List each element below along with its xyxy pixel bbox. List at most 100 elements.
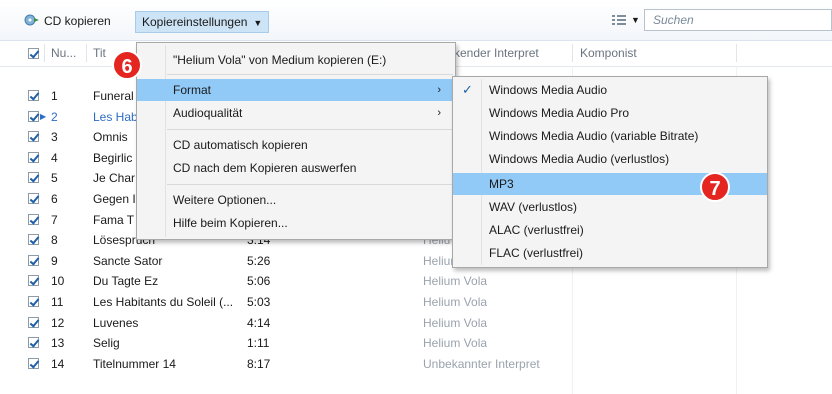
format-item-wma[interactable]: ✓ Windows Media Audio [453, 79, 767, 101]
track-title: Les Habitants du Soleil (... [93, 295, 234, 309]
table-row[interactable]: 14 Titelnummer 14 8:17 Unbekannter Interpre… [0, 354, 832, 374]
copy-cd-button[interactable]: CD kopieren [18, 11, 117, 31]
track-number: 4 [51, 150, 58, 165]
track-number: 6 [51, 192, 58, 206]
view-options-chevron-icon[interactable]: ▼ [631, 15, 640, 25]
track-checkbox[interactable] [28, 172, 39, 184]
track-checkbox[interactable] [28, 151, 39, 163]
track-title: Les Hab [93, 109, 138, 124]
menu-item-help-copy[interactable]: Hilfe beim Kopieren... [137, 212, 455, 234]
menu-item-auto-copy[interactable]: CD automatisch kopieren [137, 134, 455, 156]
track-length: 5:03 [247, 295, 271, 309]
format-submenu: ✓ Windows Media Audio Windows Media Audi… [452, 76, 768, 268]
track-checkbox[interactable] [28, 90, 39, 101]
track-artist: Unbekannter Interpret [423, 356, 540, 371]
format-item-label: FLAC (verlustfrei) [489, 246, 584, 260]
search-placeholder: Suchen [653, 13, 694, 27]
track-title: Je Char [93, 171, 136, 186]
search-input[interactable]: Suchen [644, 9, 832, 31]
checkmark-icon: ✓ [462, 82, 473, 97]
column-header-artist[interactable]: kender Interpret [454, 46, 539, 60]
track-checkbox[interactable] [28, 110, 39, 122]
menu-item-label: Format [173, 83, 212, 97]
step-6-badge: 6 [112, 50, 142, 80]
now-playing-icon: ▶ [40, 111, 47, 121]
menu-item-label: "Helium Vola" von Medium kopieren (E:) [173, 53, 387, 67]
track-checkbox[interactable] [28, 193, 39, 204]
menu-item-audio-quality[interactable]: Audioqualität › [137, 102, 455, 124]
menu-item-label: Hilfe beim Kopieren... [173, 216, 288, 230]
track-checkbox[interactable] [28, 337, 39, 349]
track-number: 2 [51, 109, 58, 124]
format-item-wma-pro[interactable]: Windows Media Audio Pro [453, 102, 767, 124]
track-checkbox[interactable] [28, 234, 39, 246]
menu-item-eject-after-copy[interactable]: CD nach dem Kopieren auswerfen [137, 157, 455, 179]
column-header-composer[interactable]: Komponist [580, 46, 637, 60]
track-number: 1 [51, 89, 58, 103]
cd-copy-icon [24, 12, 40, 26]
table-row[interactable]: 10 Du Tagte Ez 5:06 Helium Vola [0, 271, 832, 291]
format-item-label: Windows Media Audio (variable Bitrate) [489, 129, 699, 143]
track-number: 5 [51, 171, 58, 186]
menu-item-more-options[interactable]: Weitere Optionen... [137, 189, 455, 211]
track-checkbox[interactable] [28, 213, 39, 225]
format-item-label: Windows Media Audio Pro [489, 106, 630, 120]
format-item-wma-lossless[interactable]: Windows Media Audio (verlustlos) [453, 148, 767, 170]
format-item-flac[interactable]: FLAC (verlustfrei) [453, 242, 767, 264]
format-item-wma-vbr[interactable]: Windows Media Audio (variable Bitrate) [453, 125, 767, 147]
track-checkbox[interactable] [28, 131, 39, 143]
track-checkbox[interactable] [28, 316, 39, 328]
track-checkbox[interactable] [28, 275, 39, 287]
track-title: Fama T [93, 212, 135, 227]
track-number: 11 [51, 295, 64, 309]
menu-item-label: CD automatisch kopieren [173, 138, 308, 152]
menu-item-label: Audioqualität [173, 106, 243, 120]
track-number: 13 [51, 336, 65, 351]
track-checkbox[interactable] [28, 357, 39, 369]
track-title: Selig [93, 336, 120, 351]
menu-item-format[interactable]: Format › [137, 79, 455, 101]
copy-settings-label: Kopiereinstellungen [142, 15, 248, 29]
track-title: Omnis [93, 130, 128, 145]
track-length: 4:14 [247, 315, 271, 330]
track-title: Sancte Sator [93, 253, 163, 268]
toolbar: CD kopieren Kopiereinstellungen ▼ ▼ Suche… [0, 0, 832, 41]
menu-item-label: Weitere Optionen... [173, 193, 277, 207]
chevron-right-icon: › [437, 84, 441, 96]
format-item-label: Windows Media Audio [489, 83, 608, 97]
menu-item-copy-from-medium[interactable]: "Helium Vola" von Medium kopieren (E:) [137, 49, 455, 71]
track-length: 5:06 [247, 274, 271, 289]
track-checkbox[interactable] [28, 296, 39, 307]
copy-settings-button[interactable]: Kopiereinstellungen ▼ [135, 11, 270, 33]
track-title: Gegen I [93, 192, 136, 206]
track-title: Luvenes [93, 315, 139, 330]
track-length: 5:26 [247, 253, 271, 268]
track-length: 8:17 [247, 356, 271, 371]
track-checkbox[interactable] [28, 254, 39, 266]
track-number: 14 [51, 356, 65, 371]
format-item-alac[interactable]: ALAC (verlustfrei) [453, 219, 767, 241]
track-number: 12 [51, 315, 65, 330]
track-number: 7 [51, 212, 58, 227]
view-options-icon[interactable] [612, 14, 626, 28]
track-artist: Helium Vola [423, 336, 488, 351]
table-row[interactable]: 11 Les Habitants du Soleil (... 5:03 Helium… [0, 292, 832, 312]
column-header-number[interactable]: Nu... [51, 46, 76, 60]
chevron-right-icon: › [437, 107, 441, 119]
track-number: 8 [51, 233, 58, 248]
track-title: Titelnummer 14 [93, 356, 176, 371]
track-artist: Helium Vola [423, 315, 488, 330]
track-title: Begirlic [93, 150, 133, 165]
copy-cd-label: CD kopieren [44, 14, 111, 28]
copy-settings-menu: "Helium Vola" von Medium kopieren (E:) F… [136, 42, 456, 240]
format-item-label: Windows Media Audio (verlustlos) [489, 152, 670, 166]
chevron-down-icon: ▼ [253, 18, 263, 28]
select-all-checkbox[interactable] [28, 48, 39, 59]
table-row[interactable]: 13 Selig 1:11 Helium Vola [0, 333, 832, 353]
track-title: Funeral [93, 89, 134, 103]
track-number: 9 [51, 253, 58, 268]
table-row[interactable]: 12 Luvenes 4:14 Helium Vola [0, 313, 832, 333]
format-item-label: ALAC (verlustfrei) [489, 223, 584, 237]
column-header-title[interactable]: Tit [93, 46, 106, 60]
format-item-label: MP3 [489, 177, 514, 191]
